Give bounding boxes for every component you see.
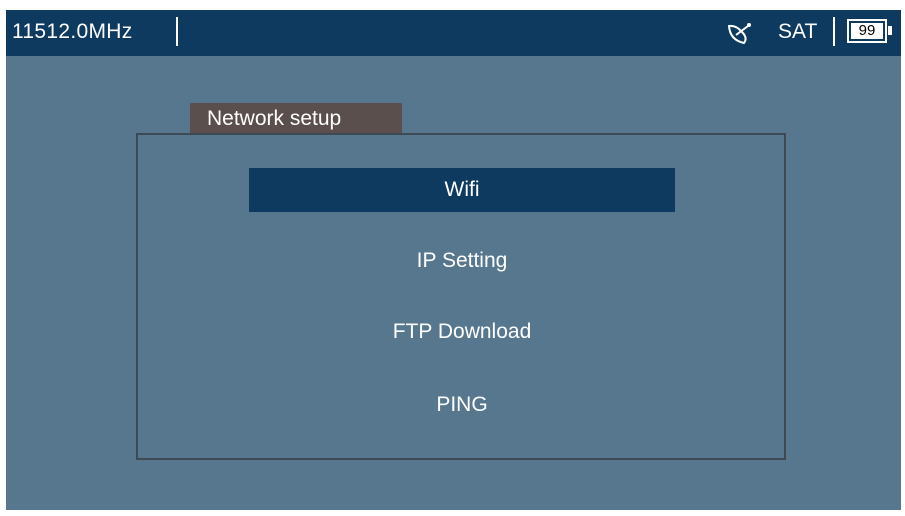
signal-type-label: SAT [778, 20, 818, 43]
battery-tip [888, 26, 892, 35]
status-separator [833, 17, 835, 46]
menu-item-ip-setting[interactable]: IP Setting [249, 239, 675, 283]
menu-item-ping[interactable]: PING [249, 383, 675, 427]
frequency-readout: 11512.0MHz [12, 20, 133, 43]
device-screen: 11512.0MHz SAT 99 Network setup Wifi IP … [6, 10, 901, 510]
panel-title: Network setup [190, 103, 402, 134]
battery-level: 99 [847, 19, 887, 43]
menu-item-wifi[interactable]: Wifi [249, 168, 675, 212]
menu-item-ftp-download[interactable]: FTP Download [249, 310, 675, 354]
status-bar: 11512.0MHz SAT 99 [6, 10, 901, 56]
status-separator [176, 17, 178, 46]
battery-icon: 99 [847, 19, 892, 45]
satellite-dish-icon [726, 20, 754, 46]
